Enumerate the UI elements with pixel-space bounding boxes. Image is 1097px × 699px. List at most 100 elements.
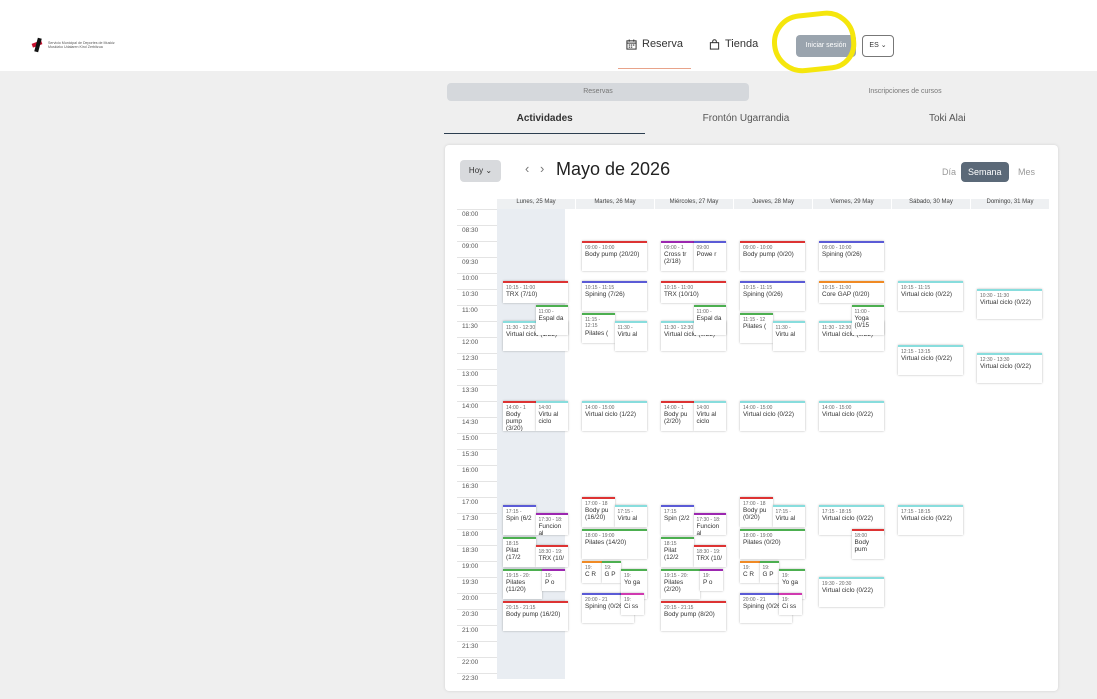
event-card[interactable]: 14:00 - 15:00 Virtual ciclo (0/22)	[819, 401, 884, 431]
event-card[interactable]: 09:00 Powe r	[693, 241, 726, 271]
event-title: Virtual ciclo (0/22)	[822, 411, 874, 419]
event-card[interactable]: 11:30 - Virtu al	[772, 321, 805, 351]
event-card[interactable]: 09:00 - 10:00 Spining (0/26)	[819, 241, 884, 271]
event-card[interactable]: 17:15 Spin (2/2	[661, 505, 694, 535]
event-card[interactable]: 19: G P	[759, 561, 779, 583]
event-card[interactable]: 10:15 - 11:15 Virtual ciclo (0/22)	[898, 281, 963, 311]
event-card[interactable]: 18:15 Pilat (12/2	[661, 537, 694, 567]
event-title: Virtual ciclo (0/22)	[743, 411, 795, 419]
event-card[interactable]: 14:00 Virtu al ciclo	[693, 401, 726, 431]
event-card[interactable]: 14:00 - 1 Body pump (3/20)	[503, 401, 536, 431]
municipal-logo[interactable]: Servicio Municipal de Deportes de Muskiz…	[30, 36, 150, 54]
event-card[interactable]: 19: Ci ss	[779, 593, 802, 615]
event-title: Funcion al	[538, 523, 562, 535]
event-card[interactable]: 18:00 - 19:00 Pilates (14/20)	[582, 529, 647, 559]
nav-tienda[interactable]: Tienda	[709, 38, 758, 50]
nav-reserva[interactable]: Reserva	[618, 38, 691, 69]
hour-divider	[457, 273, 497, 274]
event-card[interactable]: 18:30 - 19: TRX (10/	[535, 545, 568, 567]
hour-label: 12:30	[462, 355, 479, 362]
tab-actividades[interactable]: Actividades	[444, 108, 646, 134]
event-card[interactable]: 17:15 - 18:15 Virtual ciclo (0/22)	[898, 505, 963, 535]
event-title: Body pump (0/20)	[743, 251, 794, 259]
event-card[interactable]: 10:15 - 11:00 TRX (10/10)	[661, 281, 726, 303]
event-card[interactable]: 19: P o	[700, 569, 723, 591]
event-card[interactable]: 12:30 - 13:30 Virtual ciclo (0/22)	[977, 353, 1042, 383]
event-card[interactable]: 19: C R	[582, 561, 602, 583]
day-header-1: Martes, 26 May	[576, 199, 654, 209]
tab-inscripciones[interactable]: Inscripciones de cursos	[760, 83, 1050, 101]
event-card[interactable]: 11:00 - Yoga (0/15	[851, 305, 884, 335]
hour-label: 15:00	[462, 435, 479, 442]
hour-divider	[457, 369, 497, 370]
event-card[interactable]: 19: P o	[542, 569, 565, 591]
event-card[interactable]: 14:00 - 1 Body pu (2/20)	[661, 401, 694, 431]
event-card[interactable]: 17:30 - 18: Funcion al	[535, 513, 568, 535]
today-button[interactable]: Hoy ⌄	[460, 160, 501, 182]
event-card[interactable]: 10:15 - 11:15 Spining (7/26)	[582, 281, 647, 311]
event-card[interactable]: 09:00 - 1 Cross tr (2/18)	[661, 241, 694, 271]
tab-toki-alai[interactable]: Toki Alai	[847, 108, 1048, 134]
nav-reserva-label: Reserva	[642, 38, 683, 50]
hour-divider	[457, 385, 497, 386]
event-card[interactable]: 19:15 - 20: Pilates (11/20)	[503, 569, 542, 599]
event-card[interactable]: 14:00 Virtu al ciclo	[535, 401, 568, 431]
event-card[interactable]: 17:15 - Spin (6/2	[503, 505, 536, 535]
event-title: TRX (10/	[696, 555, 723, 563]
event-card[interactable]: 09:00 - 10:00 Body pump (0/20)	[740, 241, 805, 271]
event-card[interactable]: 19: G P	[601, 561, 621, 583]
event-card[interactable]: 11:00 - Espal da	[535, 305, 568, 335]
event-card[interactable]: 18:00 Body pum	[851, 529, 884, 559]
event-card[interactable]: 20:15 - 21:15 Body pump (16/20)	[503, 601, 568, 631]
event-title: Yo ga	[624, 579, 641, 587]
event-card[interactable]: 10:30 - 11:30 Virtual ciclo (0/22)	[977, 289, 1042, 319]
event-card[interactable]: 19: C R	[740, 561, 760, 583]
event-card[interactable]: 18:15 Pilat (17/2	[503, 537, 536, 567]
week-grid: Lunes, 25 May Martes, 26 May Miércoles, 27…	[457, 199, 1049, 682]
event-card[interactable]: 19: Ci ss	[621, 593, 644, 615]
event-title: C R	[585, 571, 597, 579]
hour-divider	[457, 289, 497, 290]
event-card[interactable]: 17:15 - Virtu al	[614, 505, 647, 527]
event-card[interactable]: 10:15 - 11:00 TRX (7/10)	[503, 281, 568, 303]
hour-divider	[457, 305, 497, 306]
view-month[interactable]: Mes	[1018, 162, 1035, 182]
event-card[interactable]: 11:00 - Espal da	[693, 305, 726, 335]
hour-label: 11:30	[462, 323, 478, 330]
hour-divider	[457, 449, 497, 450]
hour-divider	[457, 577, 497, 578]
event-card[interactable]: 17:00 - 18 Body pu (16/20)	[582, 497, 615, 527]
next-week-button[interactable]: ›	[540, 161, 544, 176]
event-card[interactable]: 17:00 - 18 Body pu (0/20)	[740, 497, 773, 527]
hour-label: 19:30	[462, 579, 479, 586]
event-card[interactable]: 11:30 - Virtu al	[614, 321, 647, 351]
event-card[interactable]: 09:00 - 10:00 Body pump (20/20)	[582, 241, 647, 271]
event-title: Spining (7/26)	[585, 291, 625, 299]
event-card[interactable]: 17:15 - Virtu al	[772, 505, 805, 527]
prev-week-button[interactable]: ‹	[525, 161, 529, 176]
hour-divider	[457, 353, 497, 354]
event-card[interactable]: 20:15 - 21:15 Body pump (8/20)	[661, 601, 726, 631]
event-card[interactable]: 18:30 - 19: TRX (10/	[693, 545, 726, 567]
event-card[interactable]: 14:00 - 15:00 Virtual ciclo (0/22)	[740, 401, 805, 431]
event-card[interactable]: 11:15 - 12 Pilates (	[740, 313, 773, 343]
event-title: Virtual ciclo (0/22)	[822, 587, 874, 595]
event-title: Funcion al	[696, 523, 720, 535]
event-card[interactable]: 19:30 - 20:30 Virtual ciclo (0/22)	[819, 577, 884, 607]
event-card[interactable]: 14:00 - 15:00 Virtual ciclo (1/22)	[582, 401, 647, 431]
event-card[interactable]: 17:30 - 18: Funcion al	[693, 513, 726, 535]
view-day[interactable]: Día	[942, 162, 956, 182]
event-card[interactable]: 19:15 - 20: Pilates (2/20)	[661, 569, 700, 599]
event-title: Body pum	[854, 539, 870, 554]
event-card[interactable]: 18:00 - 19:00 Pilates (0/20)	[740, 529, 805, 559]
event-card[interactable]: 12:15 - 13:15 Virtual ciclo (0/22)	[898, 345, 963, 375]
hour-label: 21:30	[462, 643, 479, 650]
language-select[interactable]: ES ⌄	[862, 35, 894, 57]
hour-label: 22:00	[462, 659, 479, 666]
tab-reservas[interactable]: Reservas	[447, 83, 749, 101]
event-card[interactable]: 10:15 - 11:00 Core GAP (0/20)	[819, 281, 884, 303]
event-card[interactable]: 10:15 - 11:15 Spining (0/26)	[740, 281, 805, 311]
view-week[interactable]: Semana	[961, 162, 1009, 182]
event-card[interactable]: 11:15 - 12:15 Pilates (	[582, 313, 615, 343]
tab-fronton-ugarrandia[interactable]: Frontón Ugarrandia	[645, 108, 846, 134]
